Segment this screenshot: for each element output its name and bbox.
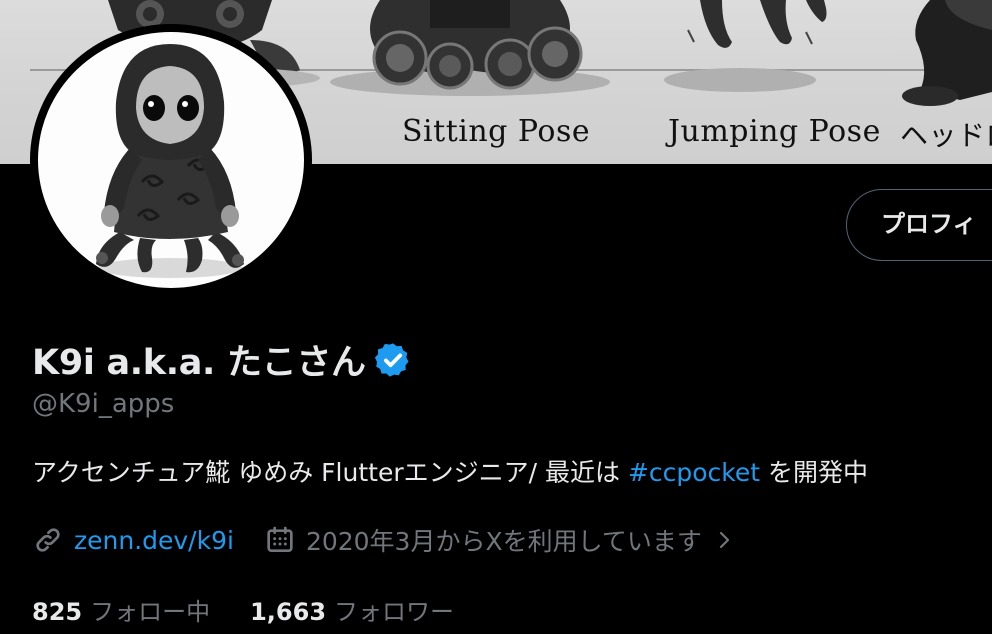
follow-stats-row: 825 フォロー中 1,663 フォロワー <box>32 592 454 627</box>
following-label: フォロー中 <box>90 598 211 626</box>
banner-caption-jumping: Jumping Pose <box>668 114 881 149</box>
profile-website-link[interactable]: zenn.dev/k9i <box>74 526 234 555</box>
calendar-icon <box>267 526 293 552</box>
bio-text-start: アクセンチュア <box>32 458 206 487</box>
joined-date-text: 2020年3月からXを利用しています <box>305 527 702 556</box>
display-name: K9i a.k.a. たこさん <box>32 343 366 383</box>
link-icon <box>36 528 60 552</box>
followers-label: フォロワー <box>334 598 455 626</box>
followers-link[interactable]: 1,663 フォロワー <box>250 592 454 627</box>
bio-hashtag-link[interactable]: #ccpocket <box>628 458 760 487</box>
avatar-image <box>38 32 304 288</box>
joined-date-group[interactable]: 2020年3月からXを利用しています <box>264 522 736 558</box>
chevron-right-icon <box>719 531 729 549</box>
following-count: 825 <box>32 598 83 626</box>
following-link[interactable]: 825 フォロー中 <box>32 592 210 627</box>
banner-caption-sitting: Sitting Pose <box>402 114 591 149</box>
profile-bio: アクセンチュア𩸽 ゆめみ Flutterエンジニア/ 最近は #ccpocket… <box>32 453 868 489</box>
followers-count: 1,663 <box>250 598 327 626</box>
profile-handle: @K9i_apps <box>32 389 175 419</box>
edit-profile-button[interactable]: プロフィ <box>846 189 992 261</box>
hooded-octopus-character <box>96 44 244 278</box>
profile-avatar[interactable] <box>30 24 312 296</box>
bio-text-end: を開発中 <box>760 458 869 487</box>
verified-badge-icon[interactable] <box>374 341 412 379</box>
profile-page: Sitting Pose Jumping Pose ヘッドロ <box>0 0 992 634</box>
banner-caption-headlock: ヘッドロ <box>900 119 992 152</box>
profile-name-row: K9i a.k.a. たこさん <box>32 334 412 385</box>
bio-rare-glyph: 𩸽 <box>205 458 231 487</box>
profile-meta-row: zenn.dev/k9i 2020年3月からXを利用しています <box>32 522 736 558</box>
bio-text-middle: ゆめみ Flutterエンジニア/ 最近は <box>230 458 628 487</box>
